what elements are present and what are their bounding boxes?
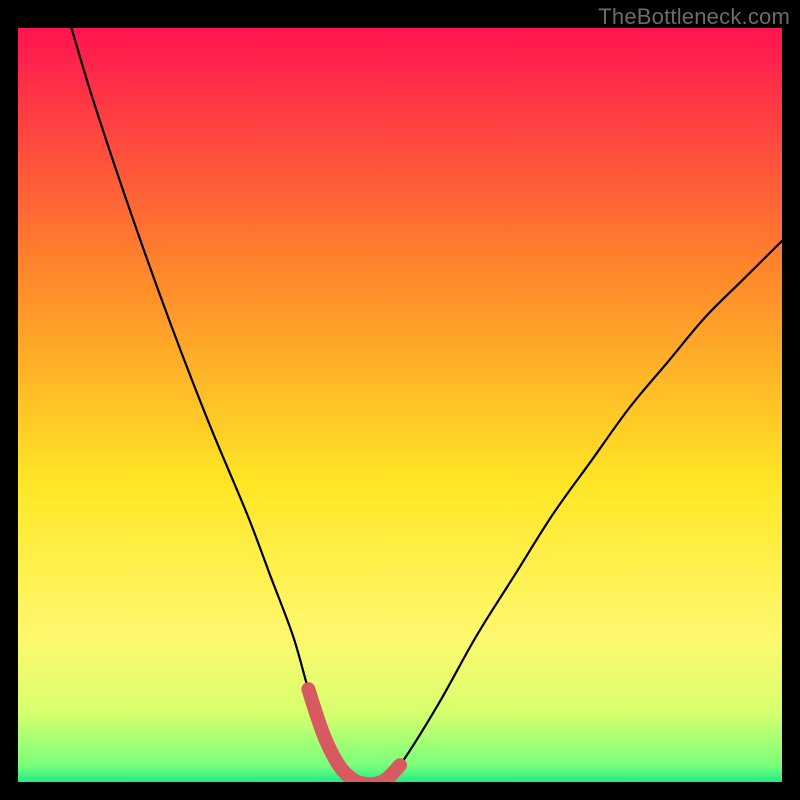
chart-frame: TheBottleneck.com — [0, 0, 800, 800]
watermark-text: TheBottleneck.com — [598, 4, 790, 30]
bottleneck-chart — [0, 0, 800, 800]
plot-background — [18, 28, 782, 788]
